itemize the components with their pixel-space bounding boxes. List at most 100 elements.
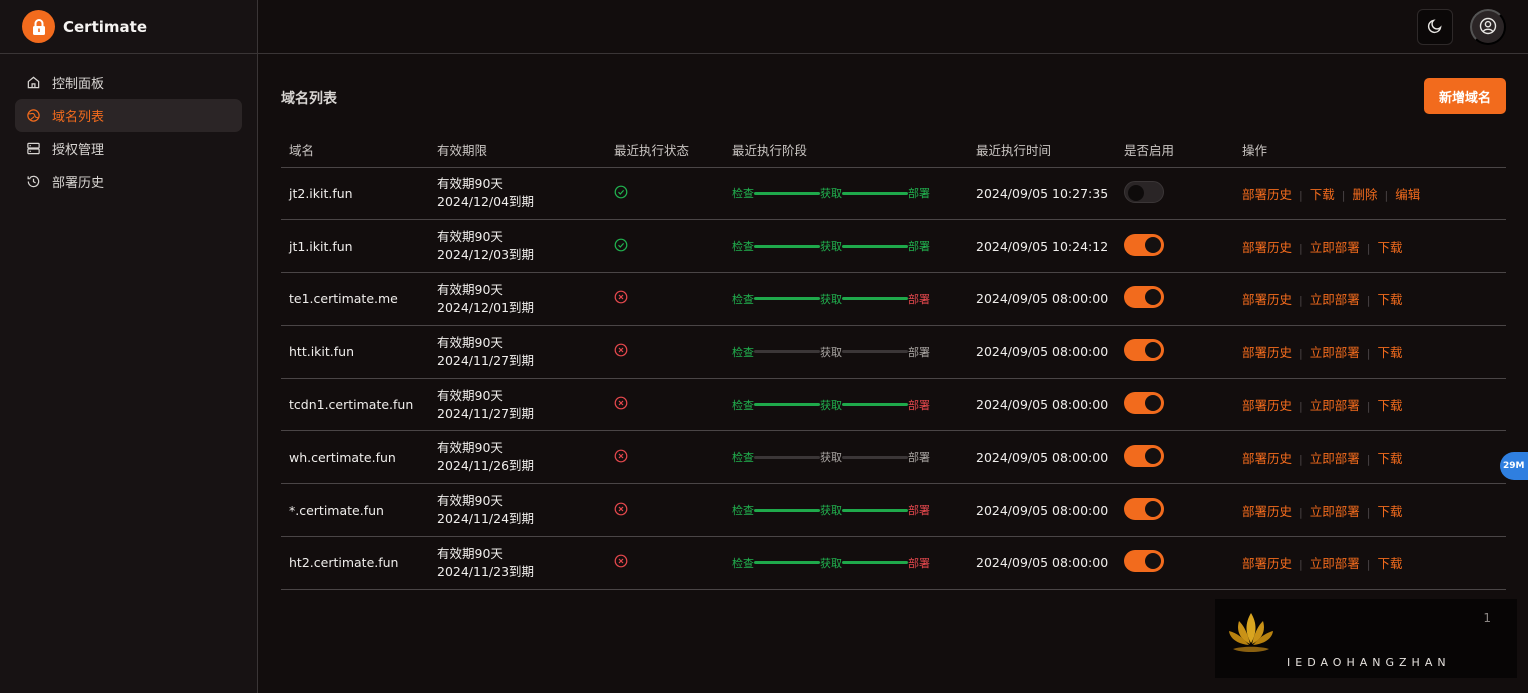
action-link[interactable]: 下载 bbox=[1377, 345, 1402, 360]
stage-bar bbox=[754, 403, 820, 407]
server-icon bbox=[25, 141, 41, 157]
enable-toggle[interactable] bbox=[1124, 233, 1164, 256]
x-circle-icon bbox=[614, 449, 628, 463]
stage-check-label: 检查 bbox=[732, 398, 754, 412]
add-domain-button[interactable]: 新增域名 bbox=[1424, 78, 1506, 114]
actions-cell: 部署历史 | 立即部署 | 下载 bbox=[1234, 325, 1506, 379]
enable-toggle[interactable] bbox=[1124, 497, 1164, 520]
stage-bar bbox=[842, 455, 908, 459]
enable-toggle[interactable] bbox=[1124, 180, 1164, 203]
stage-bar bbox=[842, 561, 908, 565]
action-link[interactable]: 部署历史 bbox=[1242, 292, 1292, 307]
sidebar-item-1[interactable]: 控制面板 bbox=[15, 66, 242, 99]
x-circle-icon bbox=[614, 396, 628, 410]
action-link[interactable]: 下载 bbox=[1377, 292, 1402, 307]
stage-obtain-label: 获取 bbox=[820, 345, 842, 359]
stage-check-label: 检查 bbox=[732, 187, 754, 201]
enabled-cell bbox=[1116, 536, 1234, 590]
action-link[interactable]: 立即部署 bbox=[1310, 240, 1360, 255]
action-separator: | bbox=[1299, 347, 1303, 361]
stage-bar bbox=[842, 297, 908, 301]
x-circle-icon bbox=[614, 554, 628, 568]
lotus-logo-icon bbox=[1223, 605, 1279, 669]
stage-bar bbox=[754, 508, 820, 512]
time-cell: 2024/09/05 08:00:00 bbox=[968, 325, 1116, 379]
stage-progress: 检查 获取 部署 bbox=[732, 502, 968, 518]
stage-bar bbox=[754, 244, 820, 248]
column-header: 是否启用 bbox=[1116, 132, 1234, 168]
enable-toggle[interactable] bbox=[1124, 444, 1164, 467]
sidebar-item-2[interactable]: 域名列表 bbox=[15, 99, 242, 132]
sidebar-item-3[interactable]: 授权管理 bbox=[15, 132, 242, 165]
stage-obtain-label: 获取 bbox=[820, 292, 842, 306]
action-link[interactable]: 下载 bbox=[1377, 451, 1402, 466]
sidebar-item-label: 控制面板 bbox=[52, 77, 105, 92]
stage-check-label: 检查 bbox=[732, 504, 754, 518]
check-circle-icon bbox=[614, 185, 628, 199]
action-separator: | bbox=[1366, 505, 1371, 519]
action-link[interactable]: 下载 bbox=[1377, 398, 1402, 413]
validity-text: 有效期90天 bbox=[437, 334, 503, 350]
page-title: 域名列表 bbox=[281, 91, 337, 107]
action-link[interactable]: 编辑 bbox=[1395, 187, 1420, 202]
status-cell bbox=[606, 272, 724, 326]
action-separator: | bbox=[1299, 188, 1303, 202]
action-link[interactable]: 部署历史 bbox=[1242, 451, 1292, 466]
expire-date: 2024/12/01到期 bbox=[437, 299, 535, 315]
action-link[interactable]: 部署历史 bbox=[1242, 504, 1292, 519]
enable-toggle[interactable] bbox=[1124, 339, 1164, 362]
toggle-knob bbox=[1145, 289, 1161, 306]
action-link[interactable]: 立即部署 bbox=[1310, 292, 1360, 307]
action-link[interactable]: 下载 bbox=[1310, 187, 1335, 202]
domain-cell: wh.certimate.fun bbox=[281, 430, 429, 485]
domain-cell: htt.ikit.fun bbox=[281, 325, 429, 379]
stage-progress: 检查 获取 部署 bbox=[732, 291, 968, 307]
stage-deploy-label: 部署 bbox=[908, 292, 930, 306]
action-link[interactable]: 部署历史 bbox=[1242, 398, 1292, 413]
brand[interactable]: Certimate bbox=[0, 0, 257, 54]
stage-progress: 检查 获取 部署 bbox=[732, 555, 968, 571]
action-link[interactable]: 删除 bbox=[1352, 187, 1377, 202]
action-link[interactable]: 下载 bbox=[1377, 240, 1402, 255]
memory-badge[interactable]: 29M bbox=[1500, 452, 1528, 480]
action-link[interactable]: 立即部署 bbox=[1310, 556, 1360, 571]
user-menu-button[interactable] bbox=[1470, 9, 1506, 45]
pagination-current[interactable]: 1 bbox=[1483, 611, 1491, 625]
sidebar-item-4[interactable]: 部署历史 bbox=[15, 165, 242, 198]
theme-toggle-button[interactable] bbox=[1417, 9, 1453, 45]
action-link[interactable]: 立即部署 bbox=[1310, 345, 1360, 360]
enabled-cell bbox=[1116, 325, 1234, 379]
home-icon bbox=[25, 75, 41, 91]
status-cell bbox=[606, 325, 724, 379]
table-row: jt1.ikit.fun 有效期90天 2024/12/03到期 检查 获取 部署 2024… bbox=[281, 219, 1506, 274]
stage-bar bbox=[754, 191, 820, 195]
action-link[interactable]: 部署历史 bbox=[1242, 345, 1292, 360]
action-separator: | bbox=[1299, 294, 1303, 308]
action-link[interactable]: 下载 bbox=[1377, 504, 1402, 519]
action-link[interactable]: 部署历史 bbox=[1242, 187, 1292, 202]
expiry-cell: 有效期90天 2024/11/24到期 bbox=[429, 483, 606, 538]
action-separator: | bbox=[1366, 400, 1371, 414]
history-icon bbox=[25, 174, 41, 190]
actions-cell: 部署历史 | 立即部署 | 下载 bbox=[1234, 272, 1506, 326]
x-circle-icon bbox=[614, 343, 628, 357]
action-link[interactable]: 下载 bbox=[1377, 556, 1402, 571]
toggle-knob bbox=[1145, 236, 1161, 253]
table-row: htt.ikit.fun 有效期90天 2024/11/27到期 检查 获取 部署 2024… bbox=[281, 325, 1506, 379]
stage-obtain-label: 获取 bbox=[820, 187, 842, 201]
action-link[interactable]: 部署历史 bbox=[1242, 240, 1292, 255]
enable-toggle[interactable] bbox=[1124, 550, 1164, 573]
stage-bar bbox=[842, 244, 908, 248]
toggle-knob bbox=[1128, 184, 1144, 201]
expire-date: 2024/11/27到期 bbox=[437, 405, 535, 421]
moon-icon bbox=[1427, 18, 1443, 37]
enable-toggle[interactable] bbox=[1124, 286, 1164, 309]
action-link[interactable]: 立即部署 bbox=[1310, 451, 1360, 466]
stage-progress: 检查 获取 部署 bbox=[732, 185, 968, 201]
action-link[interactable]: 立即部署 bbox=[1310, 398, 1360, 413]
action-link[interactable]: 部署历史 bbox=[1242, 556, 1292, 571]
action-link[interactable]: 立即部署 bbox=[1310, 504, 1360, 519]
stage-obtain-label: 获取 bbox=[820, 240, 842, 254]
enabled-cell bbox=[1116, 219, 1234, 274]
enable-toggle[interactable] bbox=[1124, 392, 1164, 415]
